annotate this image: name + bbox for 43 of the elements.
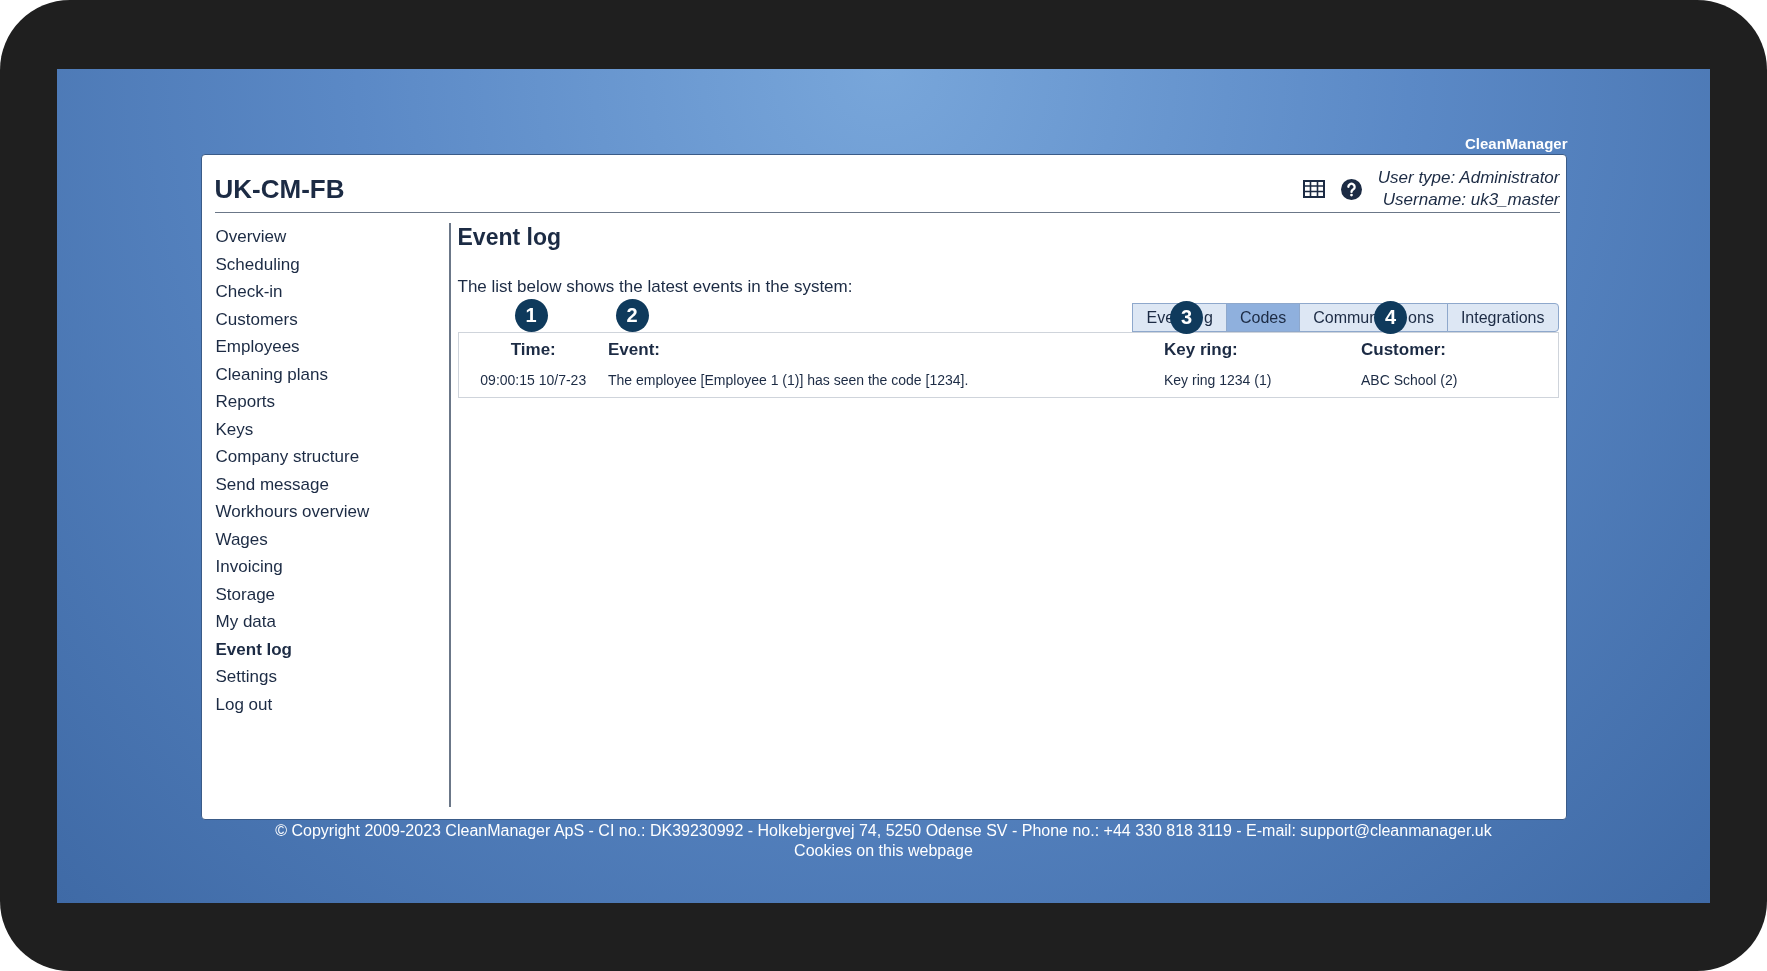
sidebar-item[interactable]: Cleaning plans <box>215 360 328 388</box>
column-header: Key ring: <box>1164 340 1238 359</box>
sidebar-item[interactable]: Event log <box>215 635 292 663</box>
sidebar-item[interactable]: Company structure <box>215 443 360 471</box>
username: Username: uk3_master <box>1381 189 1560 211</box>
column-header: Event: <box>608 340 660 359</box>
footer-link[interactable]: Cookies on this webpage <box>794 841 973 861</box>
table-grid-icon[interactable] <box>1302 180 1325 198</box>
user-type: User type: Administrator <box>1377 167 1560 189</box>
callout-badge: 4 <box>1374 301 1408 334</box>
sidebar-item[interactable]: Reports <box>215 388 276 416</box>
column-header: Time: <box>510 340 556 359</box>
table-cell: Key ring 1234 (1) <box>1164 372 1272 388</box>
tab[interactable]: Integrations <box>1446 303 1559 332</box>
sidebar-item[interactable]: Employees <box>215 333 300 361</box>
footer-text: © Copyright 2009-2023 CleanManager ApS - CI no.: DK39230992 - Holkebjergvej 74, 5250 Odense SV - Phone no.: +44 330 818 3119 - E-mail: support@cleanmanager.uk <box>275 821 1492 841</box>
sidebar-item[interactable]: Wages <box>215 525 268 553</box>
sidebar-item[interactable]: Invoicing <box>215 553 283 581</box>
tab[interactable]: Codes <box>1225 303 1301 332</box>
column-header: Customer: <box>1361 340 1446 359</box>
sidebar-item[interactable]: Check-in <box>215 278 283 306</box>
tab[interactable]: Commun 4 ons <box>1299 303 1448 332</box>
sidebar-item[interactable]: Scheduling <box>215 250 300 278</box>
sidebar-item[interactable]: Storage <box>215 580 276 608</box>
sidebar-item[interactable]: Customers <box>215 305 298 333</box>
brand-name: CleanManager <box>1464 135 1568 152</box>
sidebar-item[interactable]: Settings <box>215 663 277 691</box>
sidebar-item[interactable]: Keys <box>215 415 254 443</box>
page-heading: Event log <box>457 224 561 251</box>
sidebar-item[interactable]: Overview <box>215 223 287 251</box>
table-cell: ABC School (2) <box>1361 372 1458 388</box>
intro-text: The list below shows the latest events in the system: <box>457 277 853 297</box>
help-icon[interactable] <box>1340 178 1362 200</box>
callout-badge: 3 <box>1170 301 1204 334</box>
callout-badge: 2 <box>615 299 649 332</box>
sidebar-item[interactable]: Send message <box>215 470 329 498</box>
table-cell: The employee [Employee 1 (1)] has seen the code [1234]. <box>608 372 969 388</box>
window-title: UK-CM-FB <box>214 174 345 205</box>
sidebar-item[interactable]: Log out <box>215 690 273 718</box>
table-cell: 09:00:15 10/7-23 <box>480 372 587 388</box>
sidebar-item[interactable]: My data <box>215 608 276 636</box>
sidebar-item[interactable]: Workhours overview <box>215 498 370 526</box>
callout-badge: 1 <box>514 299 548 332</box>
